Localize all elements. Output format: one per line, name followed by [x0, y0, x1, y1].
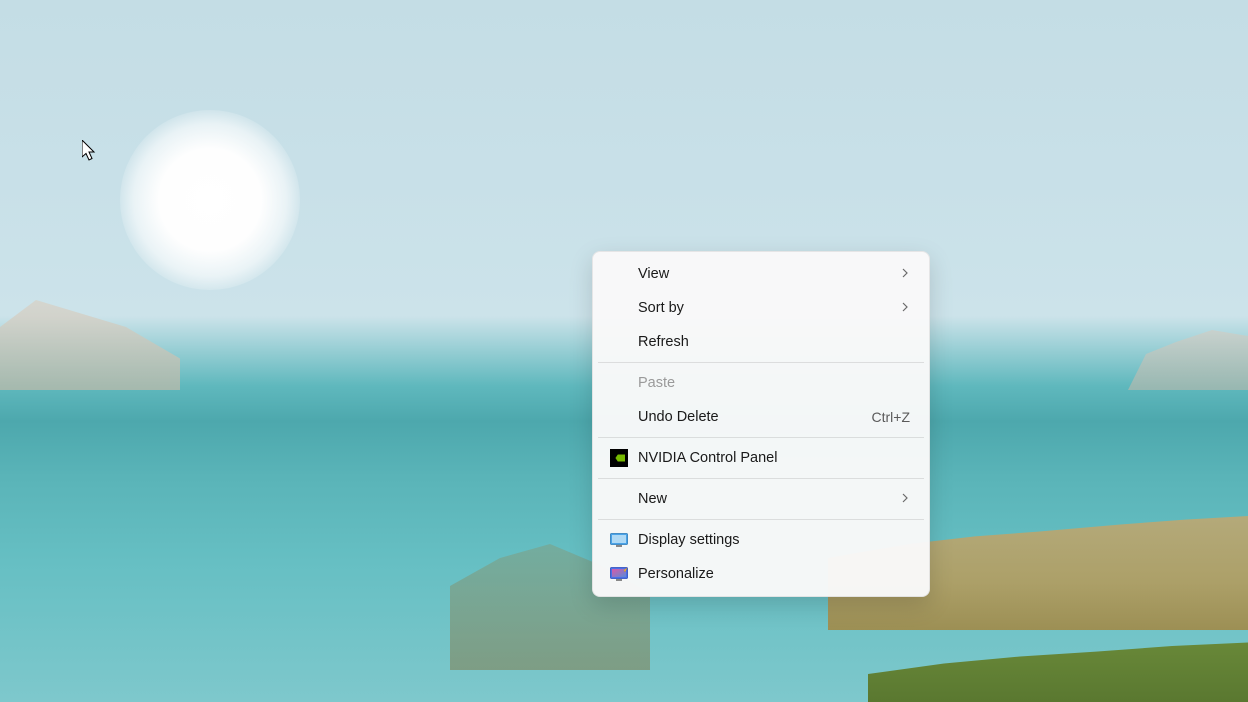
- menu-item-new[interactable]: New: [598, 482, 924, 516]
- menu-label: Paste: [638, 375, 912, 391]
- menu-separator: [598, 437, 924, 438]
- menu-label: Refresh: [638, 334, 912, 350]
- menu-label: View: [638, 266, 900, 282]
- menu-label: Sort by: [638, 300, 900, 316]
- menu-label: Display settings: [638, 532, 912, 548]
- menu-label: Undo Delete: [638, 409, 872, 425]
- mouse-cursor-icon: [82, 140, 98, 164]
- desktop-context-menu: View Sort by Refresh Paste Undo Delete C…: [592, 251, 930, 597]
- wallpaper-mountains: [1128, 330, 1248, 390]
- menu-shortcut: Ctrl+Z: [872, 409, 911, 425]
- menu-label: New: [638, 491, 900, 507]
- menu-separator: [598, 362, 924, 363]
- menu-label: Personalize: [638, 566, 912, 582]
- menu-separator: [598, 478, 924, 479]
- nvidia-icon: [610, 449, 638, 467]
- chevron-right-icon: [900, 300, 910, 316]
- chevron-right-icon: [900, 491, 910, 507]
- menu-item-display-settings[interactable]: Display settings: [598, 523, 924, 557]
- menu-item-sort-by[interactable]: Sort by: [598, 291, 924, 325]
- menu-item-refresh[interactable]: Refresh: [598, 325, 924, 359]
- display-settings-icon: [610, 533, 638, 547]
- chevron-right-icon: [900, 266, 910, 282]
- menu-label: NVIDIA Control Panel: [638, 450, 912, 466]
- menu-item-nvidia-control-panel[interactable]: NVIDIA Control Panel: [598, 441, 924, 475]
- desktop-wallpaper[interactable]: View Sort by Refresh Paste Undo Delete C…: [0, 0, 1248, 702]
- menu-separator: [598, 519, 924, 520]
- wallpaper-rocks: [0, 300, 180, 390]
- personalize-icon: [610, 567, 638, 581]
- menu-item-undo-delete[interactable]: Undo Delete Ctrl+Z: [598, 400, 924, 434]
- menu-item-paste: Paste: [598, 366, 924, 400]
- wallpaper-sun: [120, 110, 300, 290]
- menu-item-view[interactable]: View: [598, 257, 924, 291]
- menu-item-personalize[interactable]: Personalize: [598, 557, 924, 591]
- wallpaper-grass-green: [868, 632, 1248, 702]
